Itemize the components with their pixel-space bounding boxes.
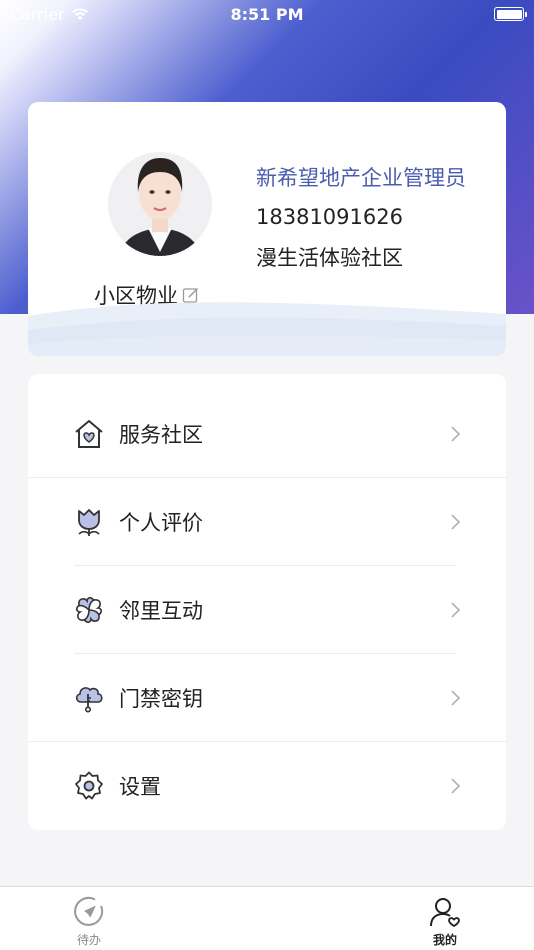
chevron-right-icon — [451, 426, 461, 442]
chevron-right-icon — [451, 602, 461, 618]
avatar[interactable] — [108, 142, 212, 262]
tab-todo[interactable]: 待办 — [59, 887, 119, 950]
chevron-right-icon — [451, 690, 461, 706]
carrier-label: Carrier — [10, 4, 65, 24]
profile-role: 新希望地产企业管理员 — [256, 166, 466, 190]
chevron-right-icon — [451, 514, 461, 530]
menu-label: 个人评价 — [119, 511, 203, 535]
house-heart-icon — [72, 417, 106, 451]
profile-community: 漫生活体验社区 — [256, 246, 403, 270]
menu-label: 设置 — [119, 775, 161, 799]
menu-item-settings[interactable]: 设置 — [28, 742, 506, 830]
profile-phone: 18381091626 — [256, 205, 403, 229]
flower-rating-icon — [72, 505, 106, 539]
card-wave-decoration — [28, 302, 506, 356]
menu-item-access-key[interactable]: 门禁密钥 — [28, 654, 506, 742]
compass-icon — [74, 896, 104, 926]
status-left: Carrier — [10, 5, 89, 24]
tab-mine[interactable]: 我的 — [415, 887, 475, 950]
menu-label: 邻里互动 — [119, 599, 203, 623]
gear-icon — [72, 769, 106, 803]
battery-icon — [494, 7, 527, 21]
menu-item-service-community[interactable]: 服务社区 — [28, 390, 506, 478]
profile-card: 小区物业 新希望地产企业管理员 18381091626 漫生活体验社区 — [28, 102, 506, 356]
clover-icon — [72, 593, 106, 627]
tab-label: 待办 — [76, 933, 101, 947]
chevron-right-icon — [451, 778, 461, 794]
tab-label: 我的 — [432, 933, 457, 947]
wifi-icon — [71, 8, 88, 20]
menu-label: 门禁密钥 — [119, 687, 203, 711]
status-bar: Carrier 8:51 PM — [0, 0, 534, 28]
menu-item-personal-rating[interactable]: 个人评价 — [28, 478, 506, 566]
tab-bar: 待办 我的 — [0, 886, 534, 950]
menu-item-neighbor-interaction[interactable]: 邻里互动 — [28, 566, 506, 654]
cloud-key-icon — [72, 681, 106, 715]
menu-card: 服务社区 个人评价 邻里互动 门禁密钥 设置 — [28, 374, 506, 830]
menu-label: 服务社区 — [119, 423, 203, 447]
user-heart-icon — [430, 898, 460, 928]
profile-info: 新希望地产企业管理员 18381091626 漫生活体验社区 — [256, 160, 466, 278]
